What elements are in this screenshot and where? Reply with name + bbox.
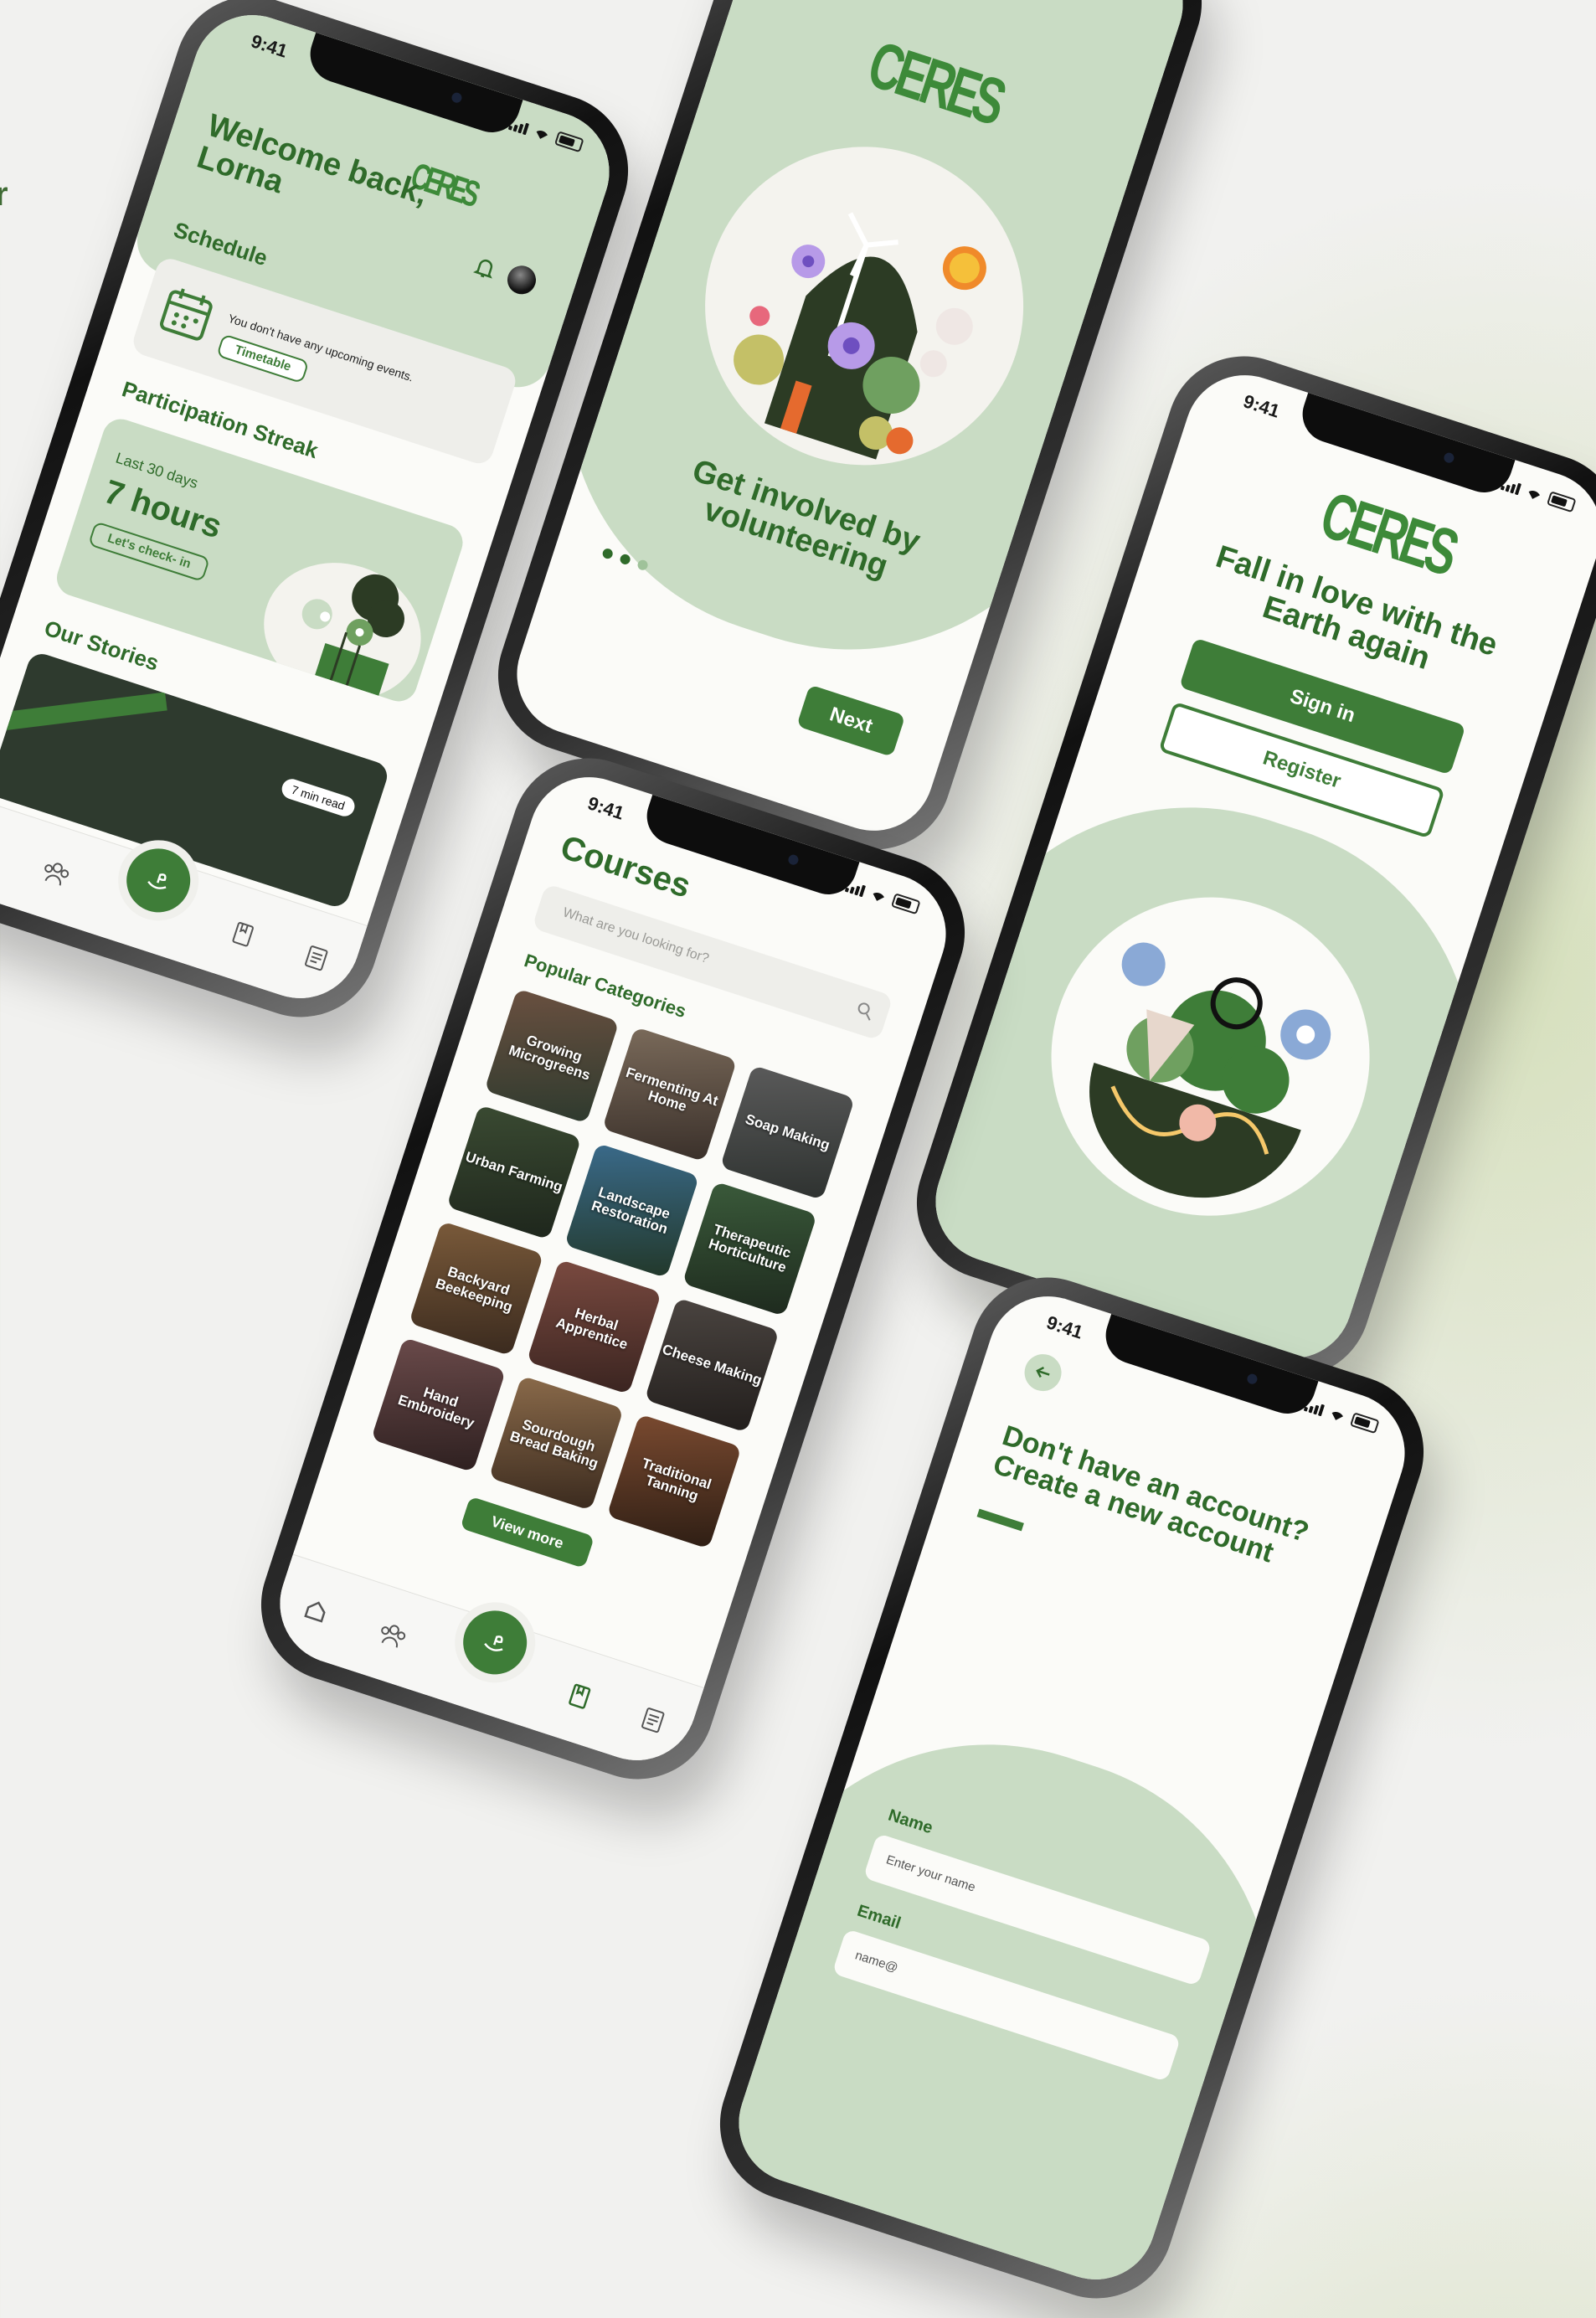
email-placeholder: name@ xyxy=(853,1948,900,1975)
calendar-icon xyxy=(160,288,213,341)
status-time: 9:41 xyxy=(1240,390,1283,422)
arrow-left-icon xyxy=(1036,1366,1050,1378)
register-headline: Don't have an account? Create a new acco… xyxy=(989,1419,1313,1569)
battery-icon xyxy=(890,893,921,915)
category-landscape-restoration[interactable]: Landscape Restoration xyxy=(564,1142,700,1279)
plant-illustration xyxy=(264,563,421,700)
signal-icon xyxy=(1500,478,1522,496)
volunteer-fab-button[interactable] xyxy=(455,1602,536,1683)
headline-underline xyxy=(976,1508,1024,1532)
community-icon[interactable] xyxy=(39,858,74,890)
news-list-icon[interactable] xyxy=(638,1705,668,1736)
search-placeholder: What are you looking for? xyxy=(561,905,711,966)
search-icon xyxy=(857,1002,871,1021)
category-sourdough-bread-baking[interactable]: Sourdough Bread Baking xyxy=(488,1375,624,1511)
next-button[interactable]: Next xyxy=(796,684,906,757)
pager-dot xyxy=(619,553,632,566)
pager-dot-active xyxy=(601,547,615,560)
home-icon[interactable] xyxy=(301,1595,332,1627)
news-list-icon[interactable] xyxy=(301,943,332,974)
wifi-icon xyxy=(1528,491,1540,499)
back-button[interactable] xyxy=(1019,1349,1067,1396)
courses-book-icon[interactable] xyxy=(228,919,258,950)
category-cheese-making[interactable]: Cheese Making xyxy=(644,1297,780,1433)
status-time: 9:41 xyxy=(584,792,627,824)
category-traditional-tanning[interactable]: Traditional Tanning xyxy=(606,1414,742,1549)
hands-leaf-icon xyxy=(147,873,167,889)
notch xyxy=(1295,392,1516,500)
hands-leaf-icon xyxy=(484,1635,503,1651)
community-icon[interactable] xyxy=(375,1620,410,1652)
category-herbal-apprentice[interactable]: Herbal Apprentice xyxy=(526,1259,662,1395)
wifi-icon xyxy=(1331,1412,1343,1420)
edge-fragment-text: r xyxy=(0,176,8,213)
story-stripe xyxy=(0,692,167,731)
status-icons xyxy=(1500,476,1577,513)
category-growing-microgreens[interactable]: Growing Microgreens xyxy=(484,988,620,1124)
register-form-bg xyxy=(723,1679,1337,2295)
bottom-nav xyxy=(264,1553,704,1776)
status-icons xyxy=(844,878,921,915)
read-time-badge: 7 min read xyxy=(279,776,358,819)
category-soap-making[interactable]: Soap Making xyxy=(719,1064,856,1201)
battery-icon xyxy=(1546,491,1577,513)
register-screen: 9:41 Don't have an account? Create a new… xyxy=(723,1280,1421,2295)
battery-icon xyxy=(1349,1412,1380,1435)
signal-icon xyxy=(1303,1399,1326,1417)
category-urban-farming[interactable]: Urban Farming xyxy=(446,1105,582,1240)
status-icons xyxy=(1303,1397,1380,1435)
status-time: 9:41 xyxy=(1043,1311,1086,1343)
wifi-icon xyxy=(873,893,884,901)
category-fermenting-at-home[interactable]: Fermenting At Home xyxy=(602,1027,738,1162)
welcome-logo: CERES xyxy=(1312,478,1464,590)
phone-register: 9:41 Don't have an account? Create a new… xyxy=(700,1257,1444,2318)
signal-icon xyxy=(844,880,867,898)
category-therapeutic-horticulture[interactable]: Therapeutic Horticulture xyxy=(682,1181,817,1316)
category-hand-embroidery[interactable]: Hand Embroidery xyxy=(370,1337,507,1473)
courses-book-icon[interactable] xyxy=(564,1681,595,1712)
category-backyard-beekeeping[interactable]: Backyard Beekeeping xyxy=(409,1221,544,1357)
view-more-button[interactable]: View more xyxy=(460,1496,595,1569)
